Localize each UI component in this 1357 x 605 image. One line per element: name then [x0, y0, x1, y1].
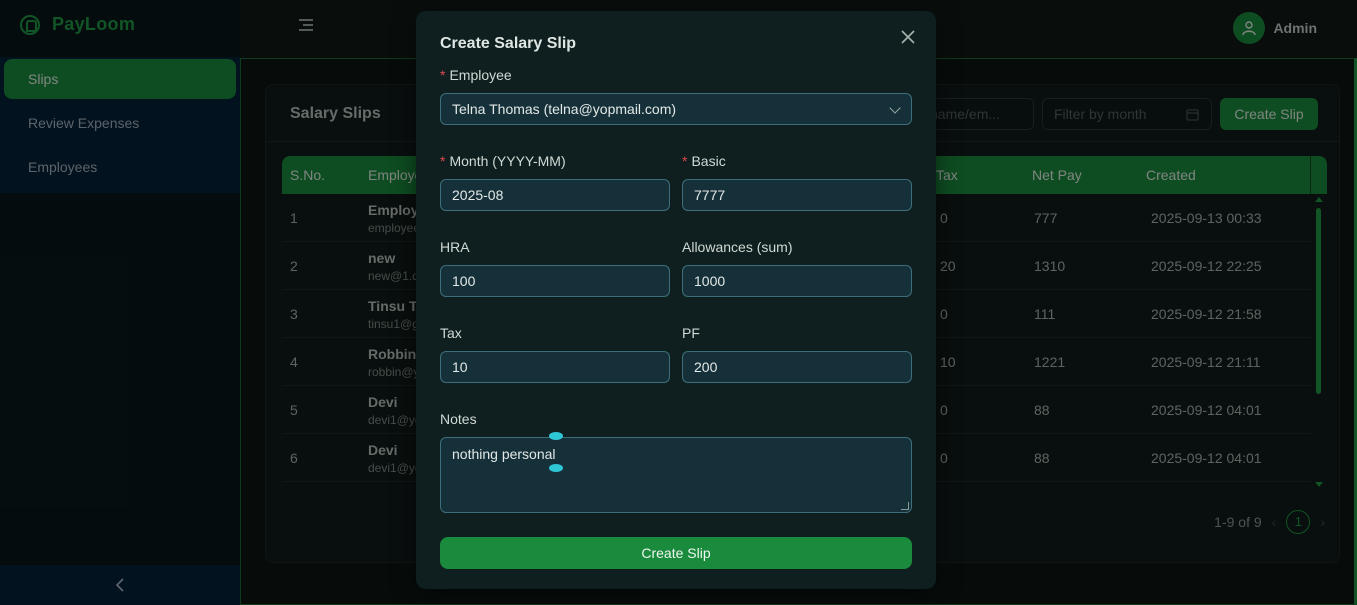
hra-field[interactable]: 100 — [440, 265, 670, 297]
text-selection-handle-end[interactable] — [549, 464, 563, 472]
basic-label: * Basic — [682, 153, 726, 169]
tax-label: Tax — [440, 325, 462, 341]
allowances-label: Allowances (sum) — [682, 239, 793, 255]
notes-label: Notes — [440, 411, 477, 427]
employee-select-value: Telna Thomas (telna@yopmail.com) — [452, 101, 677, 117]
basic-field[interactable]: 7777 — [682, 179, 912, 211]
submit-create-slip-button[interactable]: Create Slip — [440, 537, 912, 569]
tax-field[interactable]: 10 — [440, 351, 670, 383]
modal-title: Create Salary Slip — [440, 35, 577, 52]
close-icon[interactable] — [900, 30, 916, 46]
employee-select[interactable]: Telna Thomas (telna@yopmail.com) — [440, 93, 912, 125]
create-salary-slip-modal: Create Salary Slip * Employee Telna Thoma… — [416, 11, 936, 589]
allowances-field[interactable]: 1000 — [682, 265, 912, 297]
notes-textarea[interactable]: nothing personal — [440, 437, 912, 513]
notes-text: nothing personal — [452, 446, 556, 462]
employee-label: * Employee — [440, 67, 512, 83]
pf-field[interactable]: 200 — [682, 351, 912, 383]
month-field[interactable]: 2025-08 — [440, 179, 670, 211]
pf-label: PF — [682, 325, 700, 341]
month-label: * Month (YYYY-MM) — [440, 153, 566, 169]
resize-handle[interactable] — [901, 502, 909, 510]
chevron-down-icon — [889, 102, 901, 114]
text-selection-handle-start[interactable] — [549, 432, 563, 440]
hra-label: HRA — [440, 239, 470, 255]
